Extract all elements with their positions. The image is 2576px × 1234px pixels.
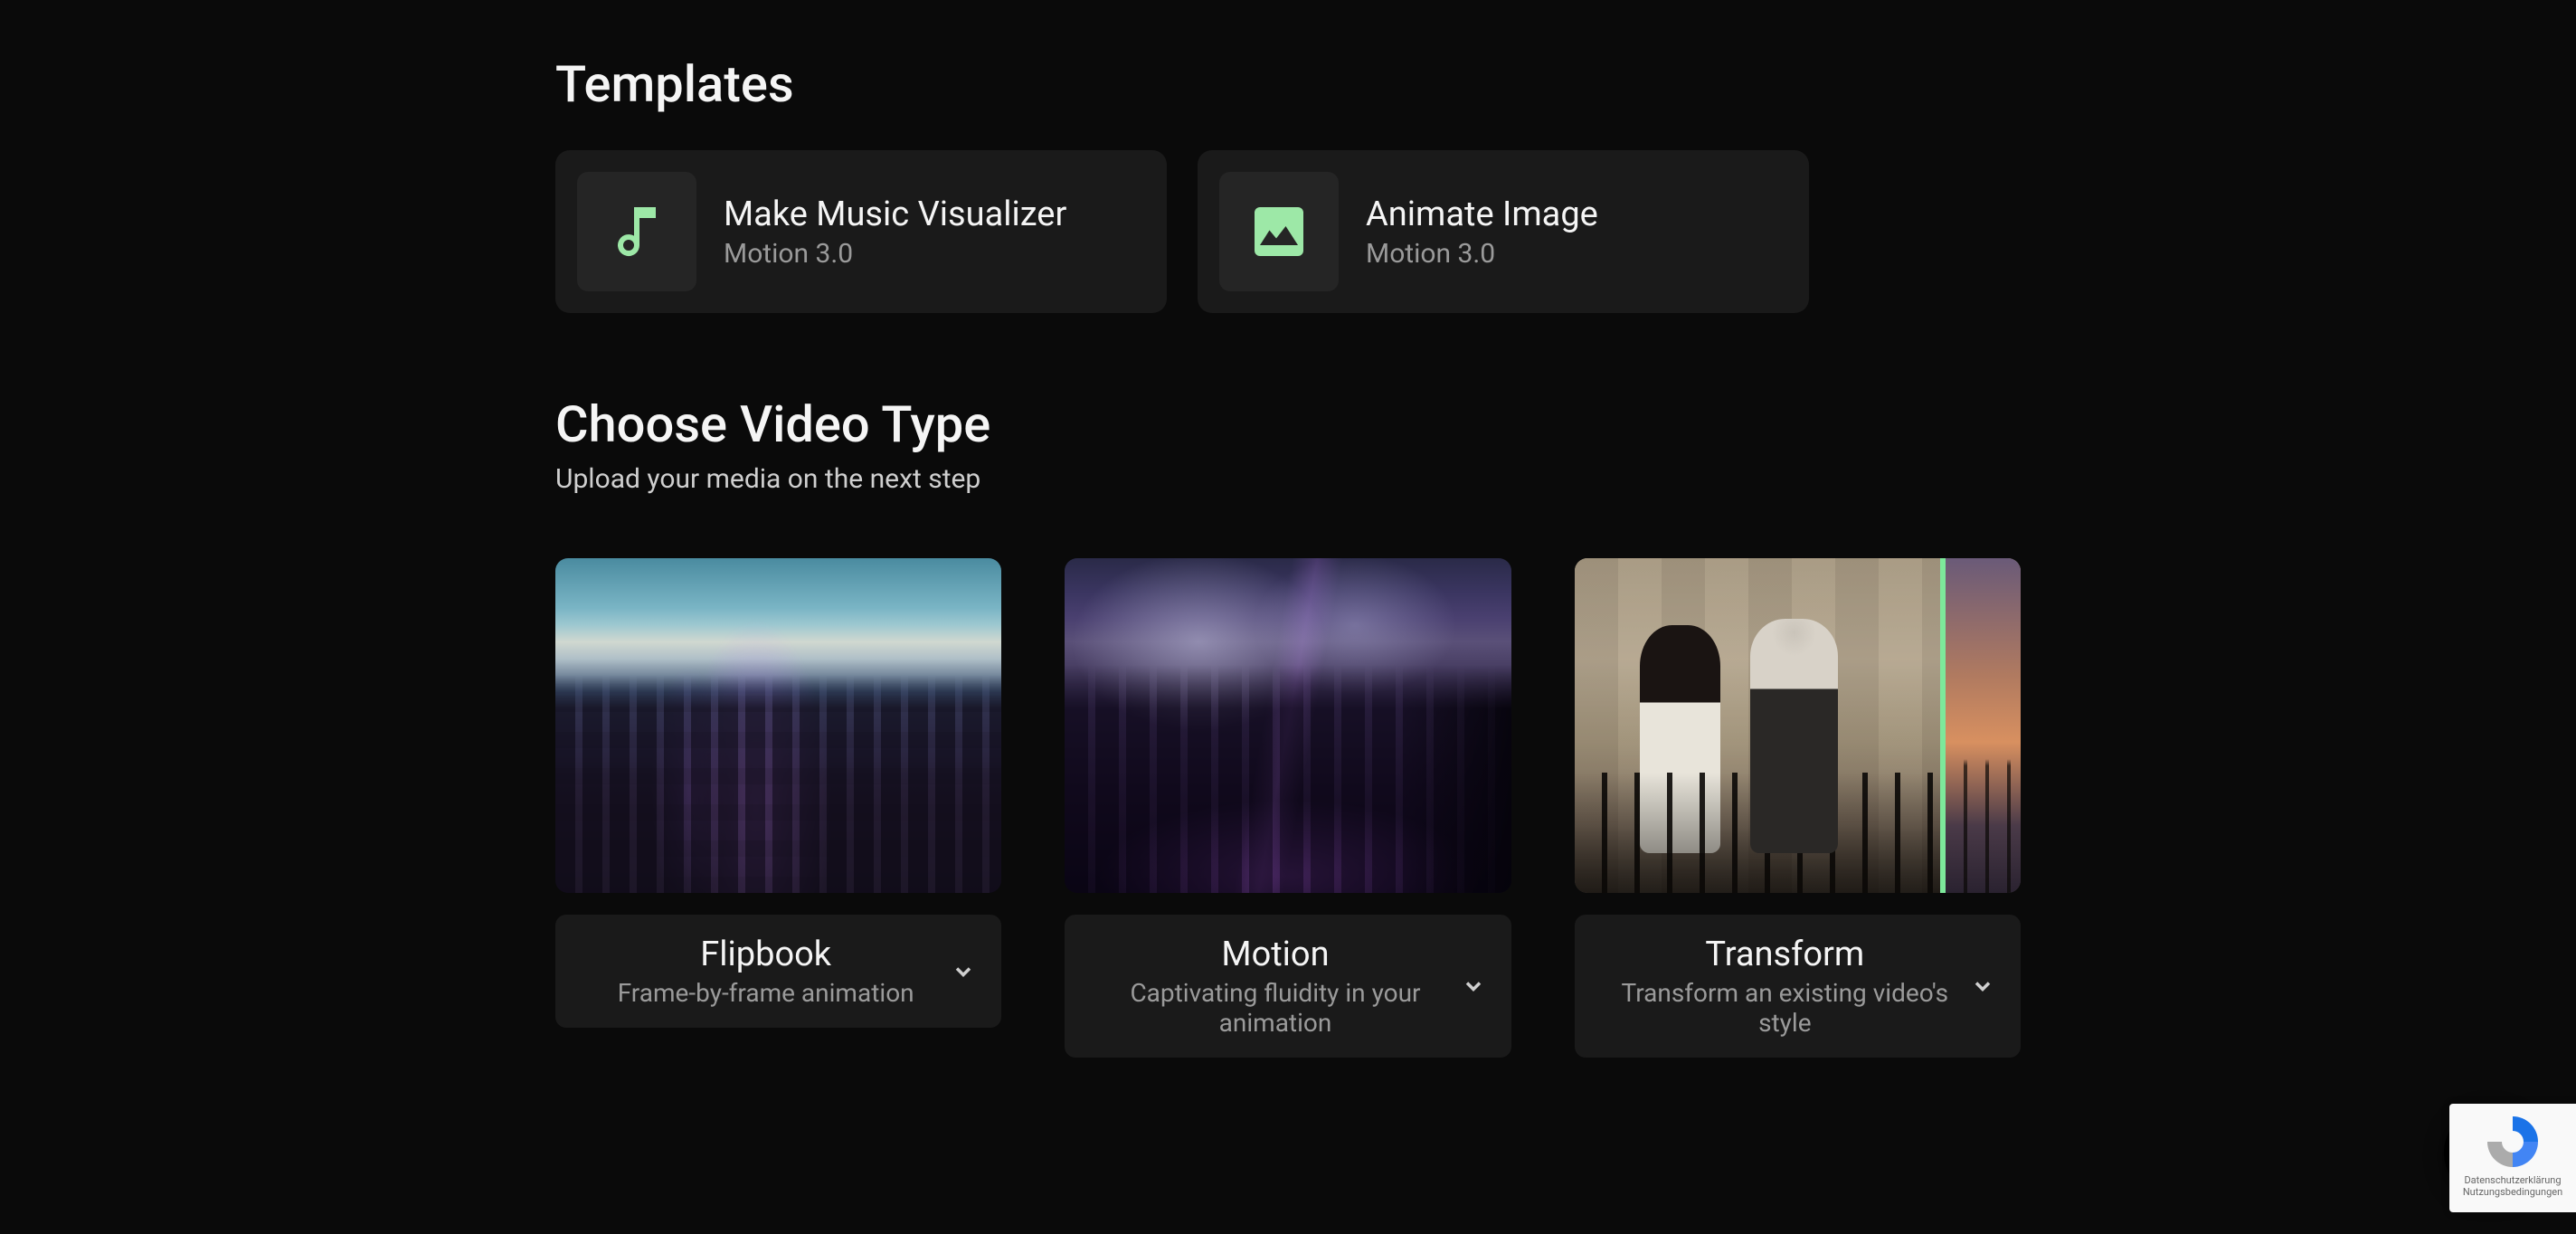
- video-type-subtitle: Transform an existing video's style: [1600, 978, 1970, 1038]
- templates-row: Make Music Visualizer Motion 3.0 Animate…: [555, 150, 2021, 313]
- video-types-row: Flipbook Frame-by-frame animation Motion…: [555, 558, 2021, 1058]
- video-thumbnail-flipbook[interactable]: [555, 558, 1001, 893]
- recaptcha-badge[interactable]: Datenschutzerklärung Nutzungsbedingungen: [2449, 1104, 2576, 1212]
- video-type-info-transform[interactable]: Transform Transform an existing video's …: [1575, 915, 2021, 1058]
- chevron-down-icon: [951, 959, 976, 984]
- video-type-subtitle: Frame-by-frame animation: [581, 978, 951, 1008]
- video-type-title: Motion: [1090, 935, 1460, 974]
- template-title: Make Music Visualizer: [724, 195, 1066, 234]
- video-type-card-transform: Transform Transform an existing video's …: [1575, 558, 2021, 1058]
- video-type-title: Transform: [1600, 935, 1970, 974]
- templates-heading: Templates: [555, 54, 2021, 114]
- video-thumbnail-transform[interactable]: [1575, 558, 2021, 893]
- video-thumbnail-motion[interactable]: [1065, 558, 1511, 893]
- template-subtitle: Motion 3.0: [1366, 238, 1598, 270]
- template-card-animate-image[interactable]: Animate Image Motion 3.0: [1198, 150, 1809, 313]
- video-type-info-motion[interactable]: Motion Captivating fluidity in your anim…: [1065, 915, 1511, 1058]
- video-type-title: Flipbook: [581, 935, 951, 974]
- choose-video-subheading: Upload your media on the next step: [555, 463, 2021, 495]
- template-card-music-visualizer[interactable]: Make Music Visualizer Motion 3.0: [555, 150, 1167, 313]
- video-type-subtitle: Captivating fluidity in your animation: [1090, 978, 1460, 1038]
- video-type-info-flipbook[interactable]: Flipbook Frame-by-frame animation: [555, 915, 1001, 1028]
- choose-video-heading: Choose Video Type: [555, 394, 2021, 454]
- video-type-card-motion: Motion Captivating fluidity in your anim…: [1065, 558, 1511, 1058]
- recaptcha-terms-link[interactable]: Nutzungsbedingungen: [2463, 1186, 2562, 1198]
- image-icon: [1219, 172, 1339, 291]
- video-type-card-flipbook: Flipbook Frame-by-frame animation: [555, 558, 1001, 1058]
- chevron-down-icon: [1970, 973, 1995, 999]
- template-title: Animate Image: [1366, 195, 1598, 234]
- template-subtitle: Motion 3.0: [724, 238, 1066, 270]
- chevron-down-icon: [1461, 973, 1486, 999]
- music-icon: [577, 172, 696, 291]
- recaptcha-privacy-link[interactable]: Datenschutzerklärung: [2463, 1174, 2562, 1186]
- recaptcha-icon: [2484, 1113, 2542, 1171]
